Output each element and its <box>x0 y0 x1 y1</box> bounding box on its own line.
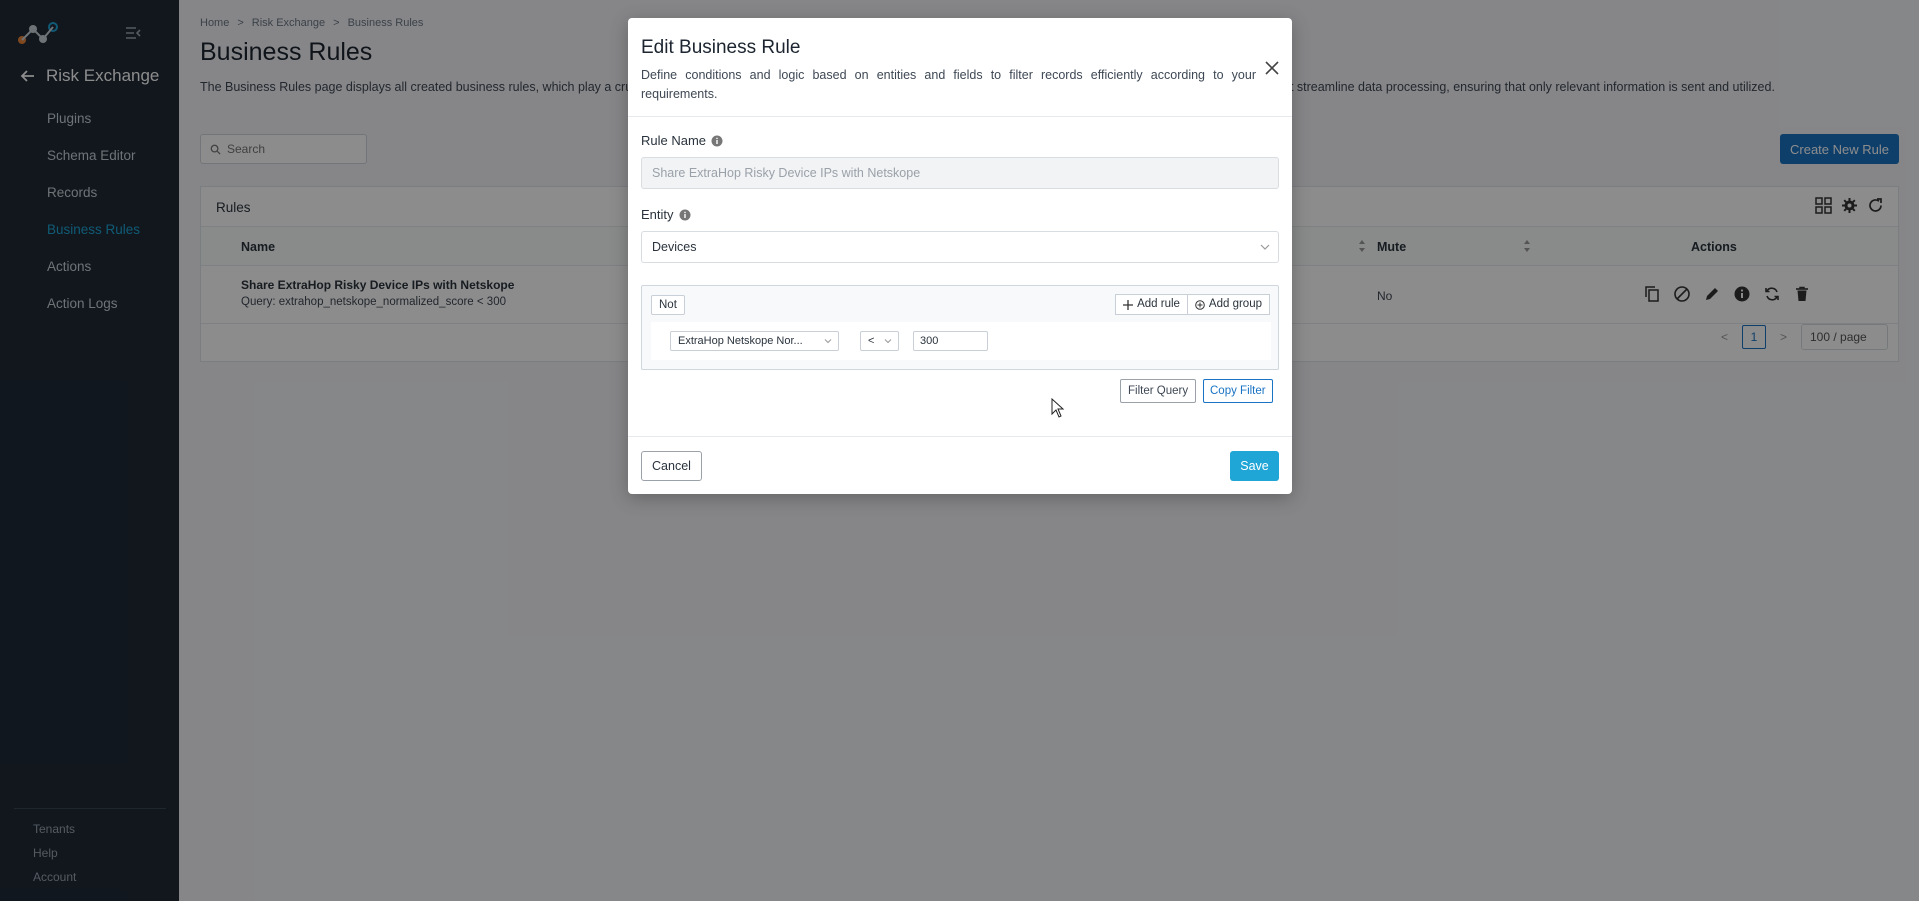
not-toggle-button[interactable]: Not <box>651 295 685 315</box>
operator-select-value: < <box>868 335 875 347</box>
copy-filter-button[interactable]: Copy Filter <box>1203 379 1273 403</box>
modal-title: Edit Business Rule <box>641 37 801 58</box>
value-input[interactable]: 300 <box>913 331 988 351</box>
modal-footer-divider <box>628 436 1292 437</box>
entity-label-text: Entity <box>641 207 674 222</box>
add-group-label: Add group <box>1208 298 1262 310</box>
entity-select[interactable]: Devices <box>641 231 1279 263</box>
info-icon[interactable] <box>711 135 723 147</box>
plus-circle-icon <box>1195 299 1205 310</box>
entity-select-value: Devices <box>652 240 697 254</box>
field-select[interactable]: ExtraHop Netskope Nor... <box>670 331 839 351</box>
save-button[interactable]: Save <box>1230 451 1279 481</box>
plus-icon <box>1123 299 1134 310</box>
mouse-cursor-icon <box>1051 398 1065 418</box>
chevron-down-icon <box>1260 244 1270 250</box>
operator-select[interactable]: < <box>860 331 899 351</box>
add-group-button[interactable]: Add group <box>1187 294 1270 315</box>
edit-business-rule-modal: Edit Business Rule Define conditions and… <box>628 18 1292 494</box>
rule-name-label-text: Rule Name <box>641 133 707 148</box>
chevron-down-icon <box>884 339 892 344</box>
modal-divider <box>628 116 1292 117</box>
add-rule-button[interactable]: Add rule <box>1115 294 1188 315</box>
filter-query-button[interactable]: Filter Query <box>1120 379 1197 403</box>
info-icon[interactable] <box>679 209 691 221</box>
field-select-value: ExtraHop Netskope Nor... <box>678 335 803 347</box>
add-rule-label: Add rule <box>1137 298 1180 310</box>
rule-name-label: Rule Name <box>641 133 723 148</box>
rule-name-input[interactable]: Share ExtraHop Risky Device IPs with Net… <box>641 157 1279 189</box>
chevron-down-icon <box>824 339 832 344</box>
query-builder-actions: Add rule Add group <box>1115 294 1270 315</box>
modal-description: Define conditions and logic based on ent… <box>641 68 1256 101</box>
query-builder: Not Add rule Add group ExtraHop Netskope… <box>641 285 1279 370</box>
cancel-button[interactable]: Cancel <box>641 451 702 481</box>
close-icon[interactable] <box>1264 60 1280 76</box>
query-rule-row: ExtraHop Netskope Nor... < 300 <box>651 322 1271 360</box>
entity-label: Entity <box>641 207 691 222</box>
